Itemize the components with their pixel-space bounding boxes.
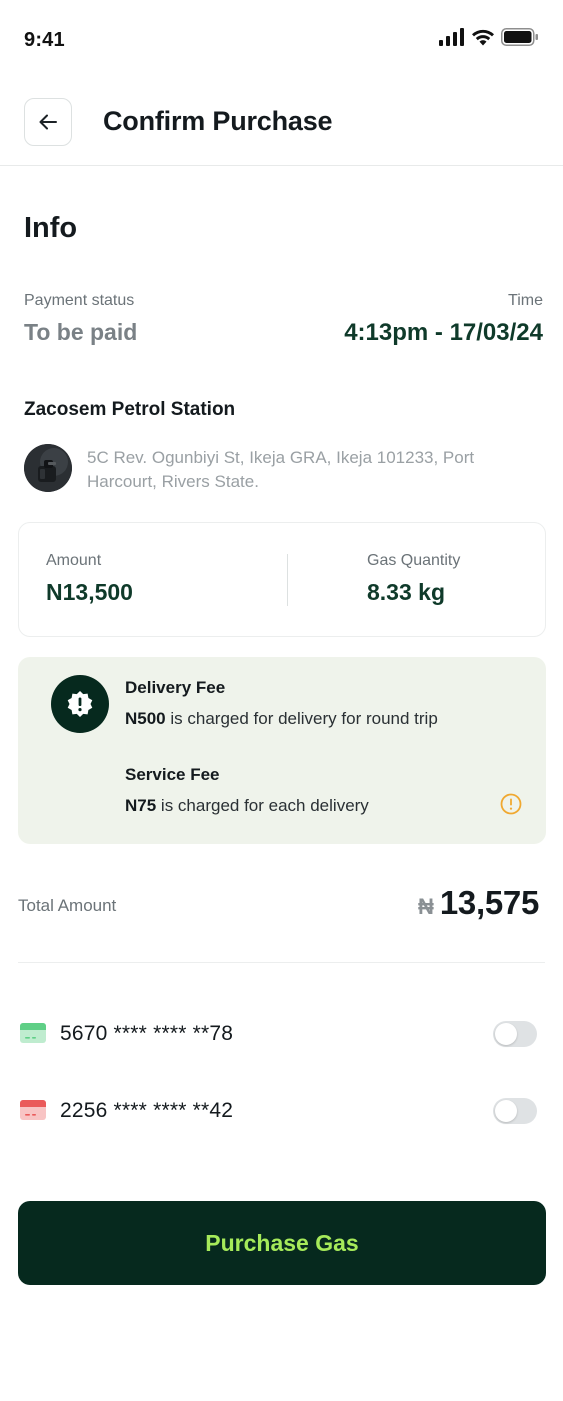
- wifi-icon: [472, 29, 494, 46]
- delivery-fee-text: N500 is charged for delivery for round t…: [125, 709, 438, 729]
- card-toggle[interactable]: [493, 1098, 537, 1124]
- payment-card-row[interactable]: 5670 **** **** **78: [18, 1014, 545, 1054]
- delivery-fee-description: is charged for delivery for round trip: [170, 709, 438, 728]
- delivery-fee-amount: N500: [125, 709, 166, 728]
- toggle-knob: [495, 1100, 517, 1122]
- divider: [287, 554, 288, 606]
- naira-currency-symbol: ₦: [417, 894, 434, 919]
- purchase-summary-card: Amount N13,500 Gas Quantity 8.33 kg: [18, 522, 546, 637]
- gas-cylinder-image: [24, 444, 72, 492]
- service-fee-title: Service Fee: [125, 765, 220, 784]
- warning-info-icon[interactable]: [500, 793, 522, 815]
- purchase-gas-button[interactable]: Purchase Gas: [18, 1201, 546, 1285]
- service-fee-text: N75 is charged for each delivery: [125, 796, 369, 816]
- card-toggle[interactable]: [493, 1021, 537, 1047]
- amount-value: N13,500: [46, 579, 133, 605]
- battery-icon: [501, 28, 538, 46]
- payment-status-value: To be paid: [24, 319, 138, 345]
- total-amount: ₦ 13,575: [418, 884, 539, 922]
- signal-icon: [439, 28, 464, 46]
- credit-card-icon: [20, 1100, 46, 1120]
- back-button[interactable]: [24, 98, 72, 146]
- toggle-knob: [495, 1023, 517, 1045]
- alert-badge-icon: [51, 675, 109, 733]
- service-fee-amount: N75: [125, 796, 157, 815]
- gas-quantity-label: Gas Quantity: [367, 552, 461, 569]
- info-heading: Info: [24, 212, 78, 244]
- arrow-left-icon: [39, 114, 57, 130]
- time-label: Time: [508, 292, 543, 309]
- amount-label: Amount: [46, 552, 102, 569]
- header: Confirm Purchase: [0, 96, 563, 166]
- gas-quantity-value: 8.33 kg: [367, 579, 445, 605]
- card-number: 5670 **** **** **78: [60, 1022, 234, 1045]
- total-amount-value: 13,575: [439, 884, 539, 921]
- station-address: 5C Rev. Ogunbiyi St, Ikeja GRA, Ikeja 10…: [87, 448, 475, 491]
- fee-info-card: Delivery Fee N500 is charged for deliver…: [18, 657, 546, 844]
- divider: [18, 962, 545, 963]
- delivery-fee-title: Delivery Fee: [125, 678, 226, 697]
- status-bar: 9:41: [0, 0, 563, 80]
- time-value: 4:13pm - 17/03/24: [344, 319, 543, 346]
- card-number: 2256 **** **** **42: [60, 1099, 234, 1122]
- service-fee-description: is charged for each delivery: [160, 796, 369, 815]
- station-avatar: [24, 444, 72, 492]
- exclamation-badge-icon: [67, 691, 93, 717]
- credit-card-icon: [20, 1023, 46, 1043]
- page-title: Confirm Purchase: [103, 106, 333, 136]
- status-icons: [439, 28, 539, 46]
- payment-card-row[interactable]: 2256 **** **** **42: [18, 1091, 545, 1131]
- total-amount-label: Total Amount: [18, 896, 117, 915]
- payment-status-label: Payment status: [24, 292, 135, 309]
- station-name: Zacosem Petrol Station: [24, 399, 236, 420]
- status-time: 9:41: [24, 29, 65, 51]
